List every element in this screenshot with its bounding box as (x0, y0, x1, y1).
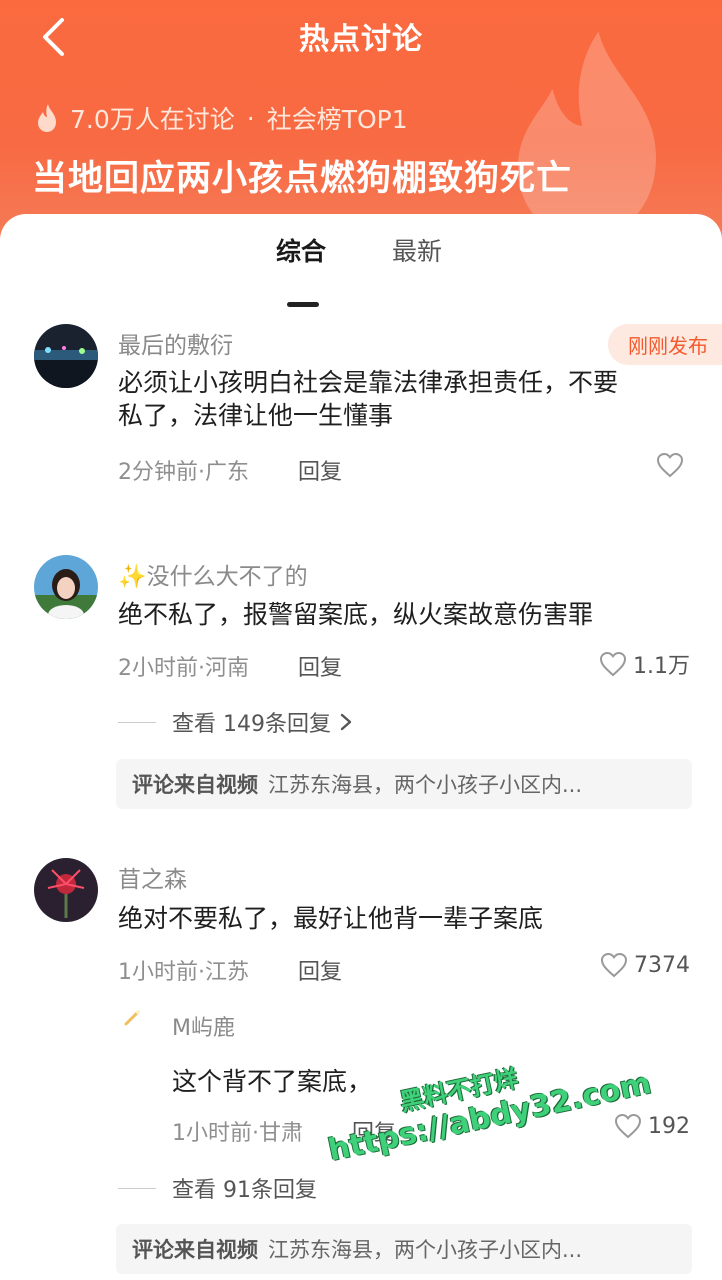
like-count: 1.1万 (633, 654, 690, 679)
meta-separator: · (246, 103, 255, 133)
like-count: 192 (648, 1113, 690, 1139)
source-label: 评论来自视频 (132, 1238, 258, 1262)
video-source-link[interactable]: 评论来自视频 江苏东海县，两个小孩子小区内... (116, 759, 692, 809)
comment-content: 绝不私了，报警留案底，纵火案故意伤害罪 (118, 600, 594, 629)
view-replies-button[interactable]: 查看 91条回复 (118, 1172, 317, 1204)
comment-username[interactable]: 最后的敷衍 (118, 326, 233, 360)
view-replies-label: 查看 91条回复 (172, 1178, 317, 1203)
comment-content: 绝对不要私了，最好让他背一辈子案底 (118, 904, 544, 933)
comment-text-line: 必须让小孩明白社会是靠法律承担责任，不要 (118, 368, 619, 397)
sub-reply-meta: 1小时前·甘肃 (172, 1121, 303, 1146)
comment-meta: 2小时前·河南 (118, 656, 249, 681)
like-button[interactable]: 7374 (600, 952, 690, 978)
heart-icon (656, 452, 684, 478)
sub-reply-username[interactable]: M屿鹿 (172, 1010, 235, 1042)
video-source-link[interactable]: 评论来自视频 江苏东海县，两个小孩子小区内... (116, 1224, 692, 1274)
topic-title: 当地回应两小孩点燃狗棚致狗死亡 (32, 159, 573, 199)
heart-icon (614, 1113, 642, 1139)
comment-text-line: 私了，法律让他一生懂事 (118, 401, 394, 430)
like-button[interactable] (656, 452, 690, 478)
comment-meta: 1小时前·江苏 (118, 960, 249, 985)
rank-label[interactable]: 社会榜TOP1 (267, 100, 408, 136)
avatar[interactable] (34, 324, 98, 388)
chevron-right-icon (340, 713, 352, 731)
like-button[interactable]: 1.1万 (599, 648, 690, 680)
reply-button[interactable]: 回复 (352, 1115, 396, 1147)
heart-icon (599, 651, 627, 677)
page-title: 热点讨论 (299, 22, 423, 57)
source-label: 评论来自视频 (132, 773, 258, 797)
source-text: 江苏东海县，两个小孩子小区内... (268, 1238, 583, 1262)
divider-line (118, 1187, 156, 1189)
new-post-badge: 刚刚发布 (608, 324, 722, 365)
tab-bar: 综合 最新 (0, 232, 722, 307)
discussion-count: 7.0万人在讨论 (70, 105, 235, 134)
reply-button[interactable]: 回复 (298, 954, 342, 986)
comment-content: 必须让小孩明白社会是靠法律承担责任，不要 私了，法律让他一生懂事 (118, 366, 698, 432)
heart-icon (600, 952, 628, 978)
like-count: 7374 (634, 952, 690, 978)
sub-reply-content: 这个背不了案底， (172, 1067, 373, 1096)
comment-username[interactable]: 苜之森 (118, 860, 187, 894)
avatar[interactable] (34, 555, 98, 619)
reply-button[interactable]: 回复 (298, 650, 342, 682)
view-replies-label: 查看 149条回复 (172, 712, 331, 737)
reply-button[interactable]: 回复 (298, 454, 342, 486)
source-text: 江苏东海县，两个小孩子小区内... (268, 773, 583, 797)
tab-latest[interactable]: 最新 (392, 232, 442, 268)
sub-reply-avatar[interactable] (122, 1008, 142, 1028)
fire-icon (38, 104, 56, 132)
tab-comprehensive[interactable]: 综合 (276, 232, 326, 268)
comment-username[interactable]: ✨没什么大不了的 (118, 557, 308, 591)
active-tab-indicator (287, 302, 319, 307)
divider-line (118, 721, 156, 723)
like-button[interactable]: 192 (614, 1113, 690, 1139)
topic-meta: 7.0万人在讨论 · 社会榜TOP1 (34, 100, 408, 136)
topic-header: 热点讨论 7.0万人在讨论 · 社会榜TOP1 当地回应两小孩点燃狗棚致狗死亡 (0, 0, 722, 240)
view-replies-button[interactable]: 查看 149条回复 (118, 706, 353, 738)
avatar[interactable] (34, 858, 98, 922)
comment-meta: 2分钟前·广东 (118, 460, 249, 485)
